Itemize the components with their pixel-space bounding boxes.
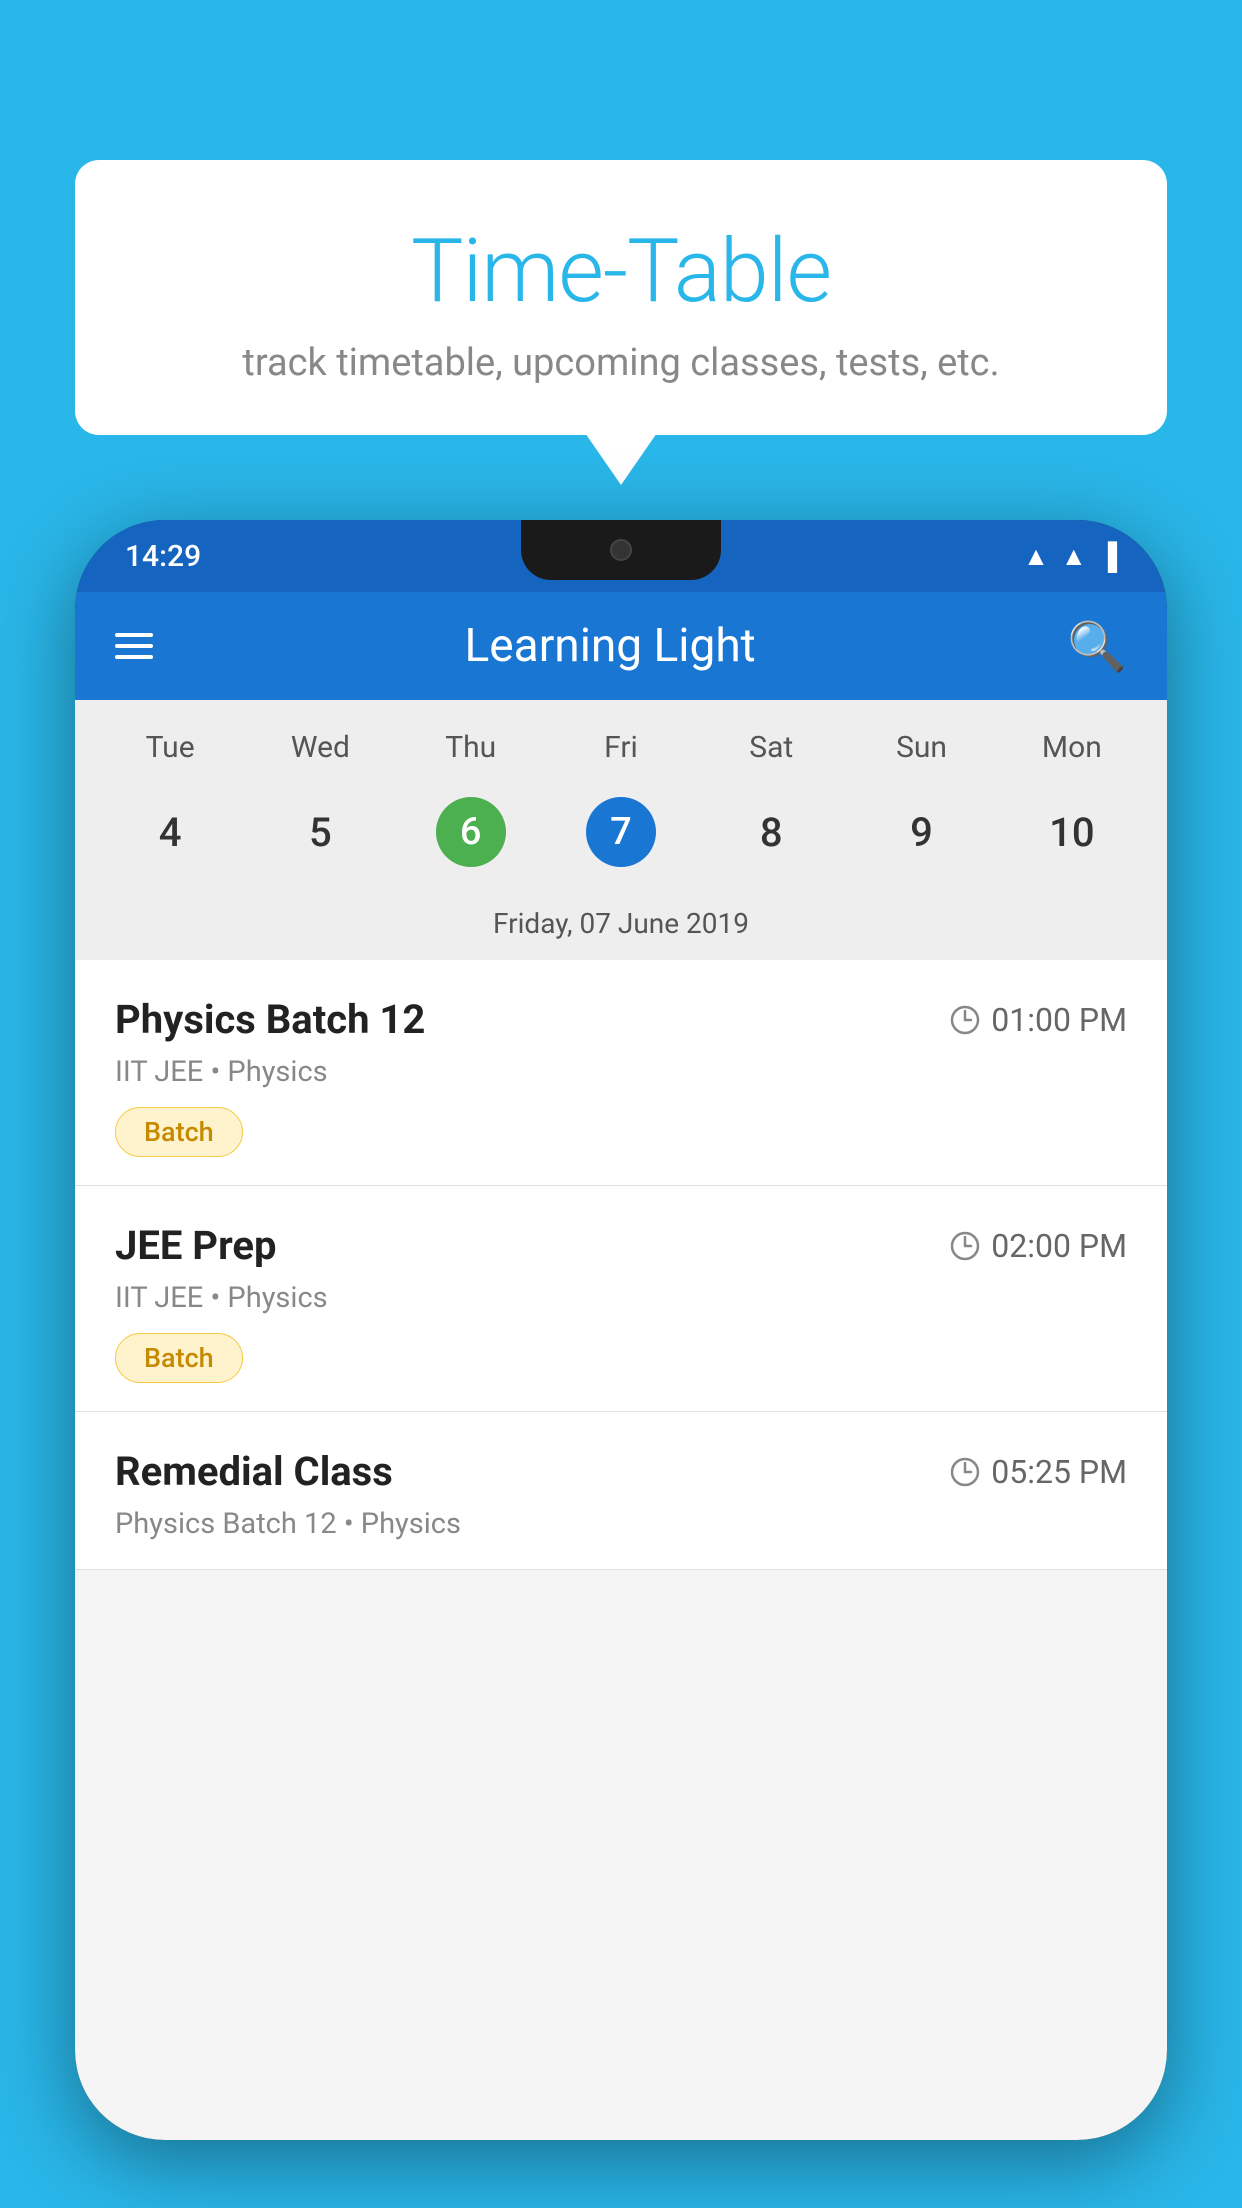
- camera-dot: [610, 539, 632, 561]
- day-10[interactable]: 10: [997, 795, 1147, 870]
- clock-icon-3: [949, 1456, 981, 1488]
- battery-icon: ▐: [1099, 541, 1117, 572]
- schedule-subtitle-2: IIT JEE • Physics: [115, 1281, 1127, 1315]
- day-headers: Tue Wed Thu Fri Sat Sun Mon: [75, 700, 1167, 775]
- day-5[interactable]: 5: [245, 795, 395, 870]
- day-header-sun: Sun: [846, 720, 996, 775]
- wifi-icon: ▲: [1023, 541, 1049, 572]
- day-6[interactable]: 6: [396, 783, 546, 881]
- clock-icon-1: [949, 1004, 981, 1036]
- schedule-subtitle-3: Physics Batch 12 • Physics: [115, 1507, 1127, 1541]
- selected-date-label: Friday, 07 June 2019: [75, 897, 1167, 960]
- day-header-wed: Wed: [245, 720, 395, 775]
- day-4[interactable]: 4: [95, 795, 245, 870]
- day-header-sat: Sat: [696, 720, 846, 775]
- schedule-item-1[interactable]: Physics Batch 12 01:00 PM IIT JEE • Phys…: [75, 960, 1167, 1186]
- schedule-time-3: 05:25 PM: [949, 1453, 1127, 1491]
- batch-tag-1: Batch: [115, 1107, 243, 1157]
- day-header-fri: Fri: [546, 720, 696, 775]
- status-time: 14:29: [125, 539, 201, 574]
- schedule-title-3: Remedial Class: [115, 1448, 393, 1495]
- signal-icon: ▲: [1061, 541, 1087, 572]
- app-title: Learning Light: [465, 619, 756, 673]
- schedule-item-2-header: JEE Prep 02:00 PM: [115, 1222, 1127, 1269]
- day-8[interactable]: 8: [696, 795, 846, 870]
- notch: [521, 520, 721, 580]
- day-numbers: 4 5 6 7 8 9 10: [75, 775, 1167, 897]
- search-icon[interactable]: 🔍: [1067, 618, 1127, 675]
- schedule-item-2[interactable]: JEE Prep 02:00 PM IIT JEE • Physics Batc…: [75, 1186, 1167, 1412]
- menu-icon[interactable]: [115, 633, 153, 659]
- schedule-list: Physics Batch 12 01:00 PM IIT JEE • Phys…: [75, 960, 1167, 1570]
- bubble-subtitle: track timetable, upcoming classes, tests…: [115, 341, 1127, 385]
- schedule-title-2: JEE Prep: [115, 1222, 276, 1269]
- day-header-tue: Tue: [95, 720, 245, 775]
- day-header-mon: Mon: [997, 720, 1147, 775]
- calendar-strip: Tue Wed Thu Fri Sat Sun Mon 4 5 6 7: [75, 700, 1167, 960]
- day-7[interactable]: 7: [546, 783, 696, 881]
- day-header-thu: Thu: [396, 720, 546, 775]
- schedule-title-1: Physics Batch 12: [115, 996, 425, 1043]
- clock-icon-2: [949, 1230, 981, 1262]
- schedule-item-1-header: Physics Batch 12 01:00 PM: [115, 996, 1127, 1043]
- speech-bubble: Time-Table track timetable, upcoming cla…: [75, 160, 1167, 435]
- batch-tag-2: Batch: [115, 1333, 243, 1383]
- status-icons: ▲ ▲ ▐: [1023, 541, 1117, 572]
- phone-screen: Tue Wed Thu Fri Sat Sun Mon 4 5 6 7: [75, 700, 1167, 2140]
- app-bar: Learning Light 🔍: [75, 592, 1167, 700]
- schedule-item-3[interactable]: Remedial Class 05:25 PM Physics Batch 12…: [75, 1412, 1167, 1570]
- schedule-item-3-header: Remedial Class 05:25 PM: [115, 1448, 1127, 1495]
- bubble-title: Time-Table: [115, 220, 1127, 323]
- day-9[interactable]: 9: [846, 795, 996, 870]
- phone-container: 14:29 ▲ ▲ ▐ Learning Light 🔍 Tue: [75, 520, 1167, 2208]
- schedule-time-2: 02:00 PM: [949, 1227, 1127, 1265]
- schedule-subtitle-1: IIT JEE • Physics: [115, 1055, 1127, 1089]
- phone-frame: 14:29 ▲ ▲ ▐ Learning Light 🔍 Tue: [75, 520, 1167, 2140]
- schedule-time-1: 01:00 PM: [949, 1001, 1127, 1039]
